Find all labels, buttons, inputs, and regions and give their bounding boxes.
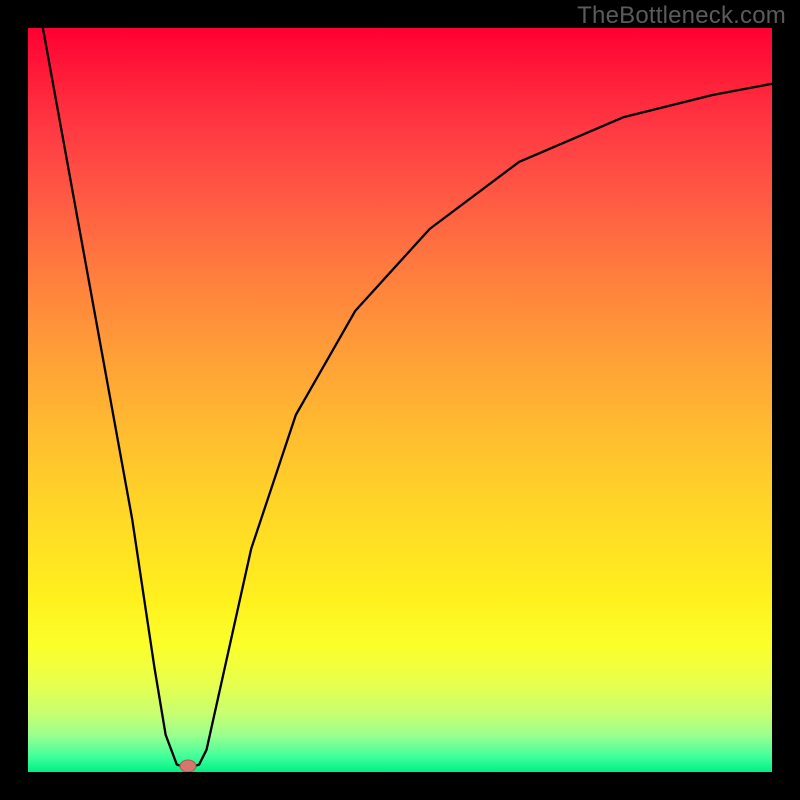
min-marker	[180, 760, 196, 772]
bottleneck-curve	[43, 28, 772, 768]
watermark-text: TheBottleneck.com	[577, 2, 786, 30]
chart-frame: TheBottleneck.com	[0, 0, 800, 800]
curve-overlay	[28, 28, 772, 772]
plot-area	[28, 28, 772, 772]
